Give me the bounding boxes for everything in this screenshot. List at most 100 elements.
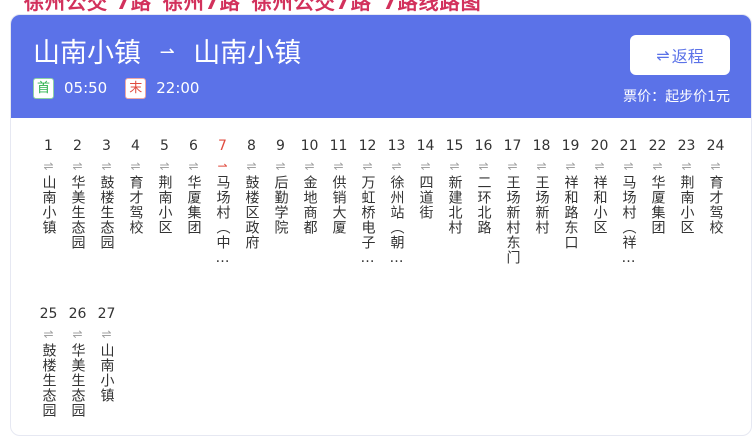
destination-name: 山南小镇 — [193, 38, 302, 69]
stop-number: 23 — [677, 138, 696, 154]
stop-name: 万虹桥电子… — [359, 175, 376, 267]
two-way-arrow-icon: ⇌ — [72, 327, 83, 341]
stop-name: 华美生态园 — [69, 175, 86, 250]
two-way-arrow-icon: ⇌ — [623, 159, 634, 173]
stop-number: 25 — [39, 306, 58, 322]
stop-item[interactable]: 6 ⇌ 华厦集团 — [179, 136, 208, 304]
stop-item[interactable]: 7 ⇀ 马场村（中… — [208, 136, 237, 304]
stop-item[interactable]: 15 ⇌ 新建北村 — [440, 136, 469, 304]
one-way-arrow-icon: ⇀ — [217, 159, 228, 173]
stop-item[interactable]: 16 ⇌ 二环北路 — [469, 136, 498, 304]
stop-item[interactable]: 13 ⇌ 徐州站（朝… — [382, 136, 411, 304]
stop-name: 山南小镇 — [40, 175, 57, 235]
origin-name: 山南小镇 — [33, 38, 141, 69]
stop-name: 鼓楼区政府 — [243, 175, 260, 250]
return-route-button[interactable]: ⇌ 返程 — [630, 35, 730, 75]
stop-item[interactable]: 1 ⇌ 山南小镇 — [34, 136, 63, 304]
swap-icon: ⇌ — [656, 45, 670, 65]
stop-number: 12 — [358, 138, 377, 154]
stop-number: 8 — [247, 138, 256, 154]
stop-item[interactable]: 19 ⇌ 祥和路东口 — [556, 136, 585, 304]
two-way-arrow-icon: ⇌ — [449, 159, 460, 173]
stop-item[interactable]: 12 ⇌ 万虹桥电子… — [353, 136, 382, 304]
fare-info: 票价：起步价1元 — [623, 89, 730, 105]
stop-list: 1 ⇌ 山南小镇 2 ⇌ 华美生态园 3 ⇌ 鼓楼生态园 4 ⇌ 育才驾校 5 ⇌ 荆南小区 6 ⇌ 华厦集团 7 ⇀… — [34, 136, 734, 435]
stop-name: 祥和小区 — [591, 175, 608, 235]
stop-number: 4 — [131, 138, 140, 154]
stop-item[interactable]: 3 ⇌ 鼓楼生态园 — [92, 136, 121, 304]
stop-item[interactable]: 8 ⇌ 鼓楼区政府 — [237, 136, 266, 304]
stop-item[interactable]: 21 ⇌ 马场村（祥… — [614, 136, 643, 304]
two-way-arrow-icon: ⇌ — [594, 159, 605, 173]
two-way-arrow-icon: ⇌ — [710, 159, 721, 173]
stop-item[interactable]: 22 ⇌ 华厦集团 — [643, 136, 672, 304]
stop-name: 华美生态园 — [69, 343, 86, 418]
stop-item[interactable]: 9 ⇌ 后勤学院 — [266, 136, 295, 304]
last-bus-tag: 末 — [125, 77, 147, 99]
stop-item[interactable]: 10 ⇌ 金地商都 — [295, 136, 324, 304]
stop-item[interactable]: 17 ⇌ 王场新村东门 — [498, 136, 527, 304]
two-way-arrow-icon: ⇌ — [43, 327, 54, 341]
return-route-label: 返程 — [671, 47, 704, 66]
two-way-arrow-icon: ⇌ — [304, 159, 315, 173]
stop-item[interactable]: 25 ⇌ 鼓楼生态园 — [34, 304, 63, 435]
two-way-arrow-icon: ⇌ — [362, 159, 373, 173]
stop-item[interactable]: 18 ⇌ 王场新村 — [527, 136, 556, 304]
stop-name: 马场村（中… — [214, 175, 231, 267]
stop-item[interactable]: 20 ⇌ 祥和小区 — [585, 136, 614, 304]
two-way-arrow-icon: ⇌ — [478, 159, 489, 173]
stop-item[interactable]: 11 ⇌ 供销大厦 — [324, 136, 353, 304]
stop-number: 5 — [160, 138, 169, 154]
stop-number: 15 — [445, 138, 464, 154]
two-way-arrow-icon: ⇌ — [507, 159, 518, 173]
stop-name: 荆南小区 — [678, 175, 695, 235]
stop-number: 21 — [619, 138, 638, 154]
stop-number: 2 — [73, 138, 82, 154]
stop-number: 26 — [68, 306, 87, 322]
stop-item[interactable]: 5 ⇌ 荆南小区 — [150, 136, 179, 304]
stop-name: 新建北村 — [446, 175, 463, 235]
two-way-arrow-icon: ⇌ — [72, 159, 83, 173]
stop-name: 华厦集团 — [185, 175, 202, 235]
stop-item[interactable]: 14 ⇌ 四道街 — [411, 136, 440, 304]
stop-name: 徐州站（朝… — [388, 175, 405, 267]
stop-name: 四道街 — [417, 175, 434, 220]
two-way-arrow-icon: ⇌ — [159, 159, 170, 173]
stop-number: 27 — [97, 306, 116, 322]
stop-name: 王场新村 — [533, 175, 550, 235]
stop-item[interactable]: 23 ⇌ 荆南小区 — [672, 136, 701, 304]
stop-name: 荆南小区 — [156, 175, 173, 235]
two-way-arrow-icon: ⇌ — [246, 159, 257, 173]
two-way-arrow-icon: ⇌ — [130, 159, 141, 173]
stop-number: 17 — [503, 138, 522, 154]
stop-number: 13 — [387, 138, 406, 154]
stop-name: 育才驾校 — [707, 175, 724, 235]
stop-number: 24 — [706, 138, 725, 154]
two-way-arrow-icon: ⇌ — [101, 159, 112, 173]
stop-number: 1 — [44, 138, 53, 154]
stop-name: 鼓楼生态园 — [40, 343, 57, 418]
stop-name: 祥和路东口 — [562, 175, 579, 250]
stop-item[interactable]: 2 ⇌ 华美生态园 — [63, 136, 92, 304]
first-bus-time: 05:50 — [64, 79, 108, 97]
stop-name: 华厦集团 — [649, 175, 666, 235]
route-arrow-icon: ⇀ — [159, 42, 175, 63]
top-banner-text: 徐州公交 7路_徐州7路_徐州公交7路_7路线路图 — [24, 0, 482, 12]
stop-name: 马场村（祥… — [620, 175, 637, 267]
stop-number: 3 — [102, 138, 111, 154]
stop-item[interactable]: 24 ⇌ 育才驾校 — [701, 136, 730, 304]
stop-item[interactable]: 4 ⇌ 育才驾校 — [121, 136, 150, 304]
route-card: 山南小镇 ⇀ 山南小镇 首 05:50 末 22:00 ⇌ 返程 票价：起步价1… — [10, 14, 752, 436]
two-way-arrow-icon: ⇌ — [652, 159, 663, 173]
two-way-arrow-icon: ⇌ — [391, 159, 402, 173]
stop-name: 育才驾校 — [127, 175, 144, 235]
two-way-arrow-icon: ⇌ — [565, 159, 576, 173]
stop-item[interactable]: 27 ⇌ 山南小镇 — [92, 304, 121, 435]
two-way-arrow-icon: ⇌ — [101, 327, 112, 341]
two-way-arrow-icon: ⇌ — [333, 159, 344, 173]
route-header: 山南小镇 ⇀ 山南小镇 首 05:50 末 22:00 ⇌ 返程 票价：起步价1… — [11, 15, 751, 118]
first-bus-tag: 首 — [33, 77, 54, 99]
stop-number: 9 — [276, 138, 285, 154]
stop-item[interactable]: 26 ⇌ 华美生态园 — [63, 304, 92, 435]
stop-number: 16 — [474, 138, 493, 154]
